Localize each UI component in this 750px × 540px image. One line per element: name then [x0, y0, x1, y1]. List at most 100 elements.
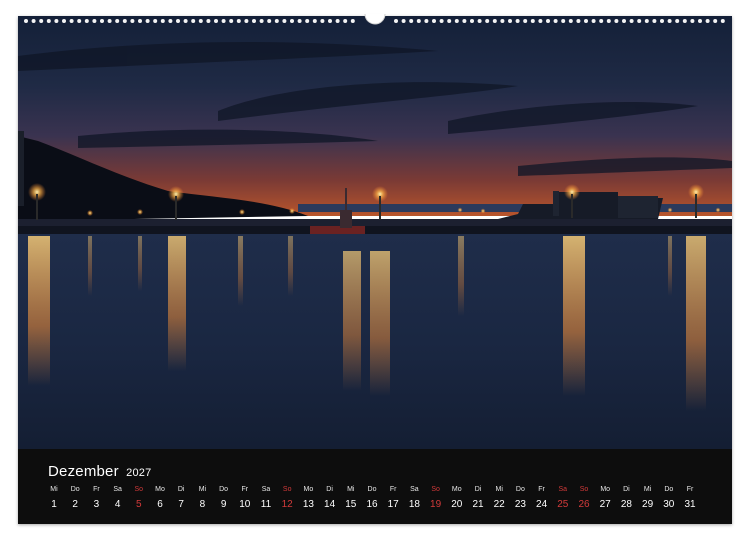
day-number: 8 — [199, 499, 206, 510]
day-cell: Di 28 — [616, 485, 636, 513]
hanger-hook-icon — [364, 13, 386, 25]
weekday-label: Sa — [113, 486, 122, 493]
day-cell: Sa 4 — [108, 485, 128, 513]
weekday-label: Mo — [155, 486, 165, 493]
day-cell: Do 9 — [214, 485, 234, 513]
day-cell: Do 2 — [65, 485, 85, 513]
weekday-label: Mi — [198, 486, 207, 493]
weekday-label: Sa — [410, 486, 419, 493]
day-cell: Di 7 — [171, 485, 191, 513]
day-number: 15 — [345, 499, 357, 510]
day-number: 4 — [114, 499, 121, 510]
day-cell: Mi 15 — [341, 485, 361, 513]
day-number: 25 — [557, 499, 569, 510]
day-number: 24 — [536, 499, 548, 510]
day-number: 28 — [620, 499, 632, 510]
day-number: 29 — [642, 499, 654, 510]
weekday-label: Di — [474, 486, 482, 493]
weekday-label: So — [282, 486, 292, 493]
day-cell: Fr 17 — [383, 485, 403, 513]
weekday-label: Mi — [347, 486, 355, 493]
weekday-label: Fr — [538, 486, 545, 493]
day-number: 1 — [51, 499, 57, 510]
day-cell: Do 23 — [510, 485, 530, 513]
day-number: 18 — [408, 499, 420, 510]
weekday-label: Sa — [261, 486, 271, 493]
weekday-label: So — [134, 486, 144, 493]
day-number: 22 — [493, 499, 505, 510]
day-cell: Fr 31 — [680, 485, 700, 513]
day-number: 13 — [302, 499, 314, 510]
day-number: 17 — [387, 499, 399, 510]
day-cell: Mi 22 — [489, 485, 509, 513]
day-cell: Fr 24 — [532, 485, 552, 513]
day-cell: Mo 27 — [595, 485, 615, 513]
calendar-strip: Dezember 2027 Mi 1 Do 2 Fr 3 Sa 4 So 5 Mo 6 Di 7 Mi 8 Do… — [18, 449, 732, 524]
weekday-label: Do — [70, 486, 80, 493]
day-number: 7 — [178, 499, 184, 510]
day-cell: So 5 — [129, 485, 149, 513]
days-row: Mi 1 Do 2 Fr 3 Sa 4 So 5 Mo 6 Di 7 Mi 8 Do 9 Fr 10 Sa 11 So 12 M… — [44, 485, 724, 515]
weekday-label: Do — [515, 486, 525, 493]
day-cell: Di 21 — [468, 485, 488, 513]
day-cell: Fr 3 — [86, 485, 106, 513]
month-title: Dezember 2027 — [48, 463, 151, 480]
day-cell: Mi 1 — [44, 485, 64, 513]
weekday-label: So — [579, 486, 589, 493]
day-cell: So 19 — [426, 485, 446, 513]
weekday-label: Fr — [389, 486, 397, 493]
day-number: 16 — [366, 499, 378, 510]
day-cell: Mo 20 — [447, 485, 467, 513]
day-number: 6 — [157, 499, 163, 510]
day-cell: Do 30 — [659, 485, 679, 513]
day-number: 26 — [578, 499, 590, 510]
day-cell: Mi 8 — [192, 485, 212, 513]
day-number: 12 — [281, 499, 293, 510]
day-number: 27 — [599, 499, 611, 510]
weekday-label: Mo — [303, 486, 314, 493]
day-cell: Sa 25 — [553, 485, 573, 513]
weekday-label: Sa — [558, 486, 568, 493]
day-number: 31 — [684, 499, 696, 510]
day-number: 5 — [136, 499, 142, 510]
day-number: 10 — [239, 499, 251, 510]
weekday-label: Mo — [600, 486, 611, 493]
weekday-label: So — [431, 486, 440, 493]
day-number: 21 — [472, 499, 484, 510]
day-cell: Fr 10 — [235, 485, 255, 513]
day-number: 23 — [514, 499, 526, 510]
weekday-label: Mi — [495, 486, 503, 493]
year-label: 2027 — [126, 467, 152, 479]
weekday-label: Do — [664, 486, 674, 493]
weekday-label: Fr — [93, 486, 100, 493]
weekday-label: Di — [177, 486, 185, 493]
day-cell: Mo 13 — [298, 485, 318, 513]
day-cell: So 12 — [277, 485, 297, 513]
weekday-label: Di — [623, 486, 630, 493]
weekday-label: Mi — [50, 486, 58, 493]
month-name: Dezember — [48, 463, 119, 480]
day-cell: Sa 18 — [404, 485, 424, 513]
harbor-night-photo — [18, 16, 732, 449]
day-cell: So 26 — [574, 485, 594, 513]
weekday-label: Do — [367, 486, 377, 493]
day-number: 11 — [260, 499, 272, 510]
weekday-label: Fr — [241, 486, 249, 493]
day-number: 19 — [430, 499, 442, 510]
day-cell: Mo 6 — [150, 485, 170, 513]
day-number: 2 — [72, 499, 78, 510]
weekday-label: Fr — [686, 486, 694, 493]
weekday-label: Di — [326, 486, 333, 493]
day-number: 30 — [663, 499, 675, 510]
day-number: 9 — [220, 499, 227, 510]
day-cell: Di 14 — [320, 485, 340, 513]
day-cell: Mi 29 — [638, 485, 658, 513]
day-cell: Do 16 — [362, 485, 382, 513]
weekday-label: Mo — [451, 486, 462, 493]
day-number: 20 — [451, 499, 463, 510]
day-number: 3 — [93, 499, 100, 510]
weekday-label: Mi — [643, 486, 652, 493]
day-number: 14 — [324, 499, 336, 510]
weekday-label: Do — [219, 486, 229, 493]
day-cell: Sa 11 — [256, 485, 276, 513]
